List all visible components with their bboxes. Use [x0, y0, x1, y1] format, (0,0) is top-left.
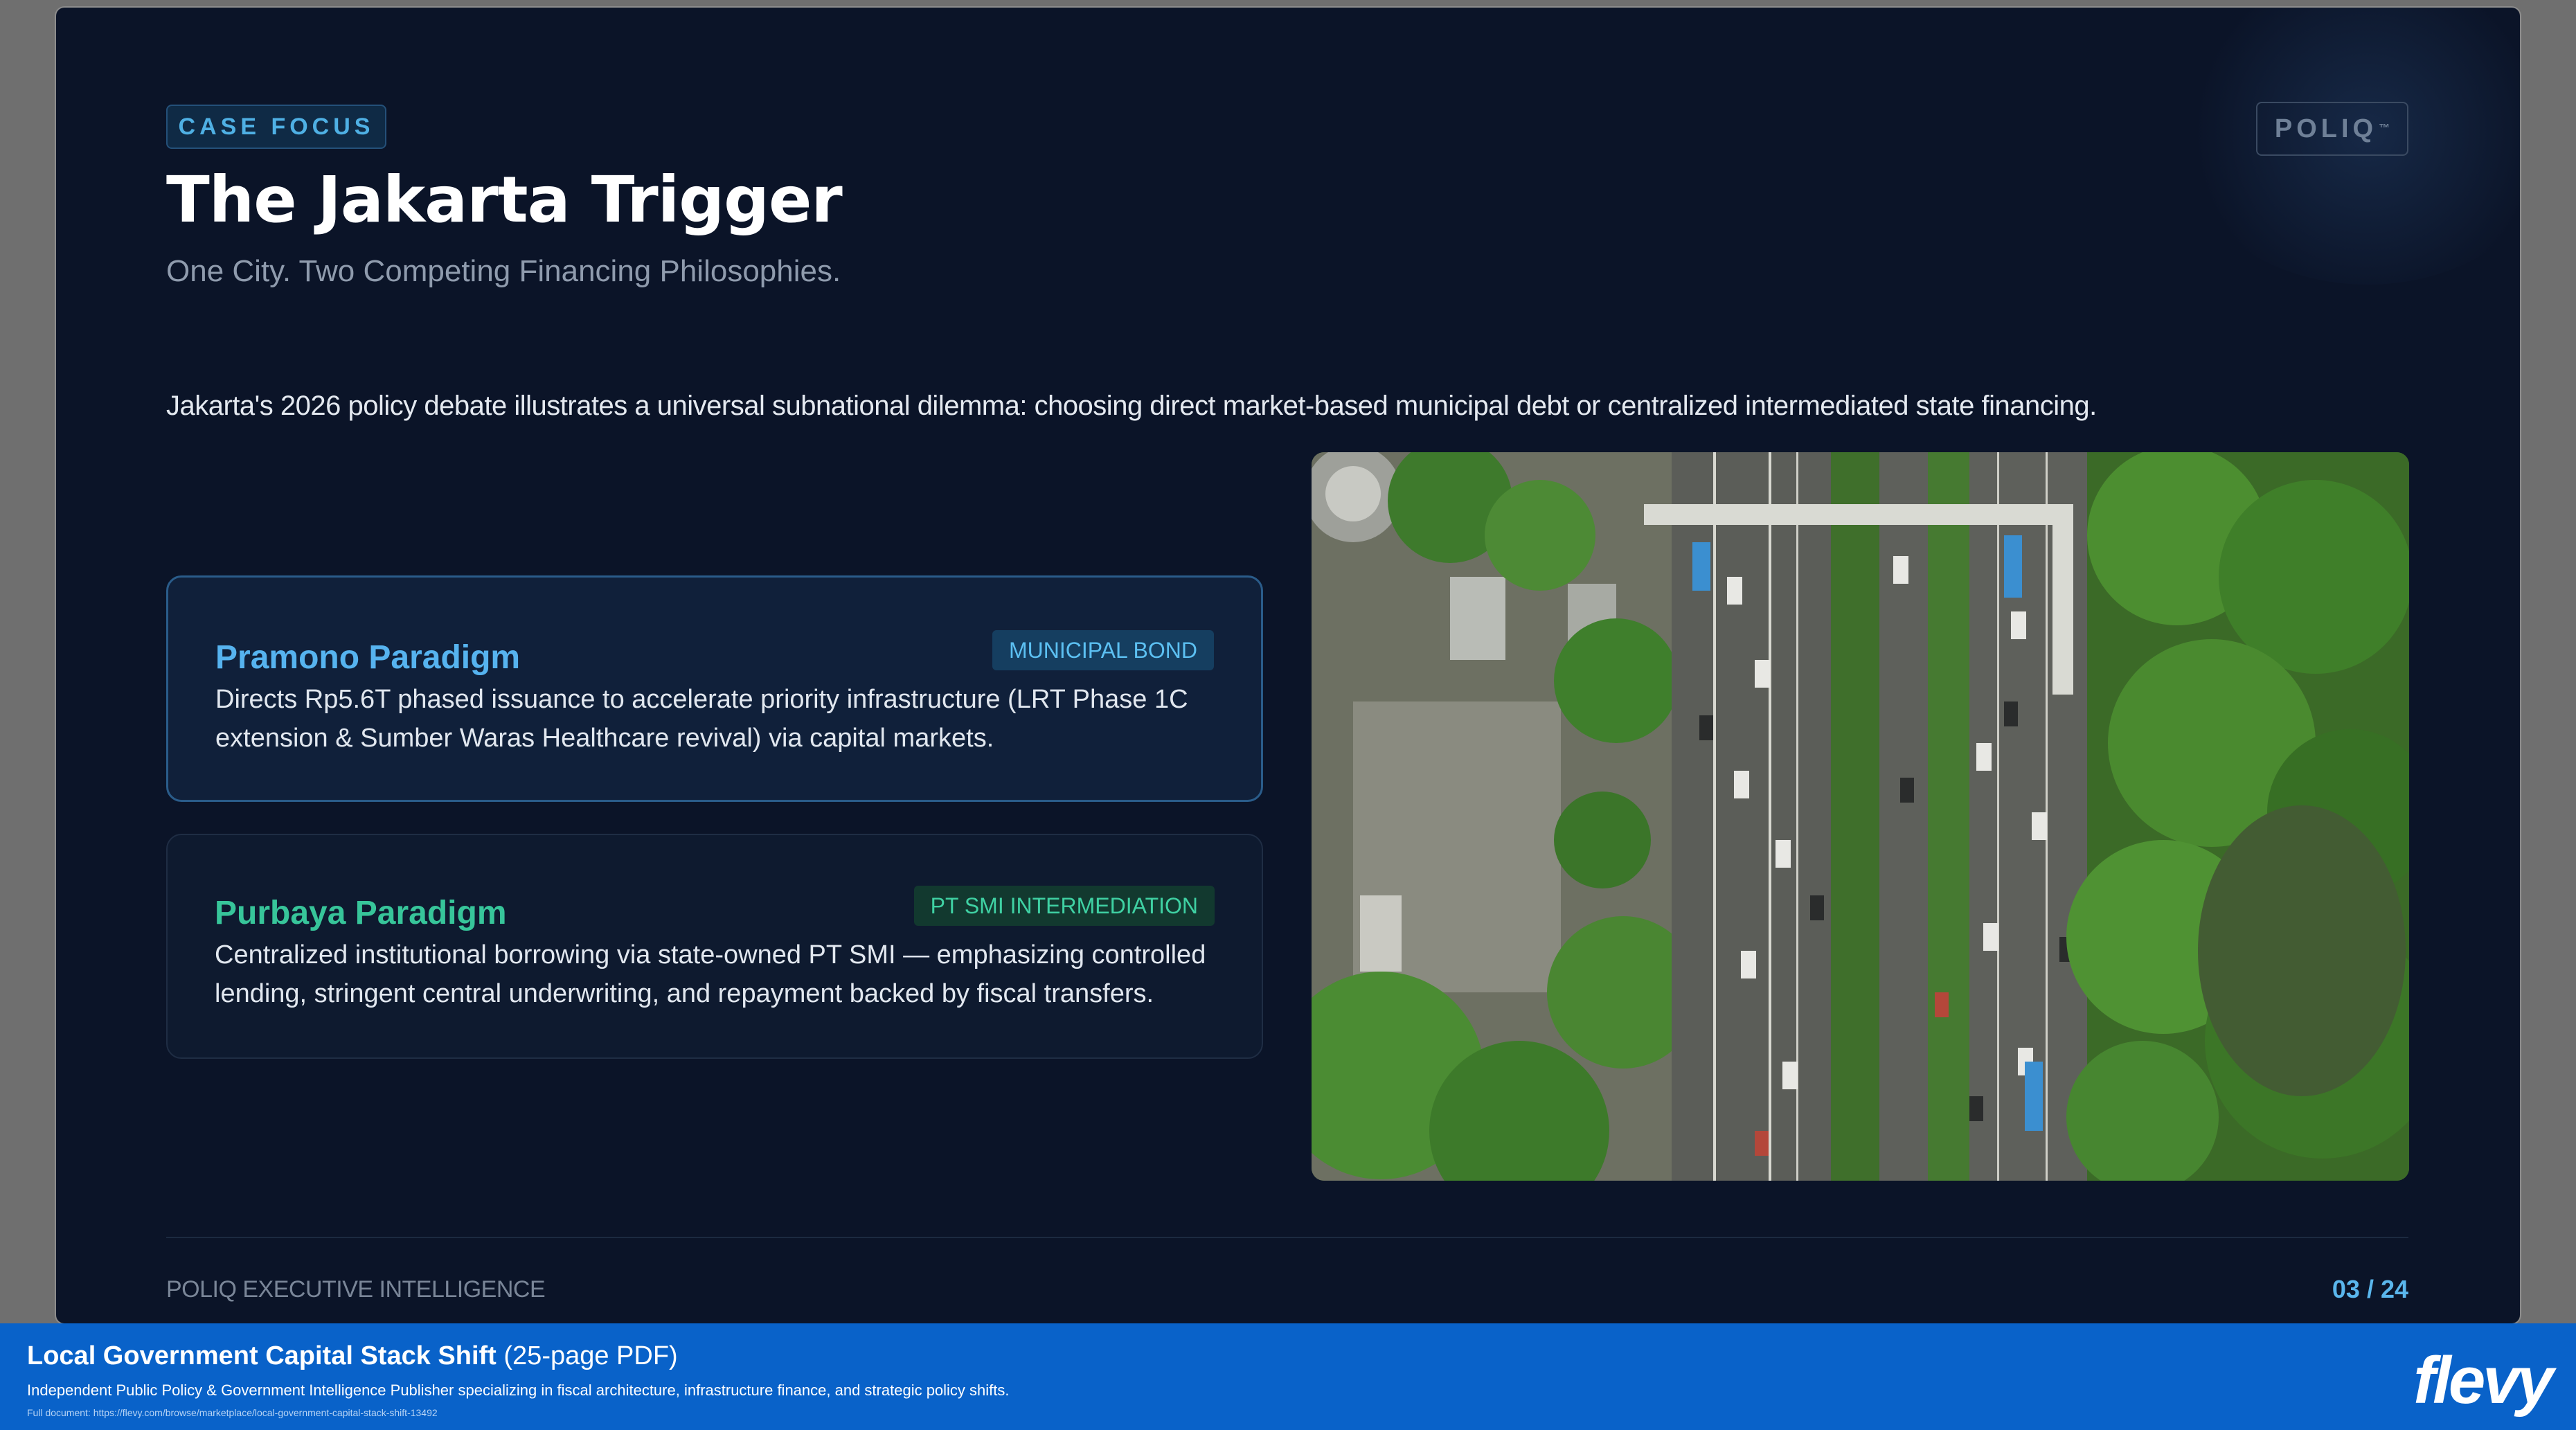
- page-subtitle: One City. Two Competing Financing Philos…: [166, 254, 841, 288]
- trademark-mark: ™: [2379, 123, 2390, 134]
- aerial-highway-photo: [1312, 452, 2409, 1181]
- poliq-logo: POLIQ ™: [2256, 102, 2408, 156]
- slide: CASE FOCUS POLIQ ™ The Jakarta Trigger On…: [56, 8, 2520, 1323]
- page-title: The Jakarta Trigger: [166, 163, 843, 237]
- footer-divider: [166, 1237, 2408, 1238]
- aerial-highway-illustration: [1312, 452, 2409, 1181]
- page-number: 03 / 24: [2332, 1275, 2408, 1303]
- intro-text: Jakarta's 2026 policy debate illustrates…: [166, 391, 2097, 421]
- document-link[interactable]: Full document: https://flevy.com/browse/…: [27, 1407, 438, 1418]
- card-description: Centralized institutional borrowing via …: [215, 940, 1206, 1008]
- pramono-paradigm-card: Pramono Paradigm MUNICIPAL BOND Directs …: [166, 575, 1263, 802]
- pt-smi-badge: PT SMI INTERMEDIATION: [913, 886, 1215, 926]
- document-banner: Local Government Capital Stack Shift (25…: [0, 1323, 2576, 1430]
- document-name: Local Government Capital Stack Shift: [27, 1341, 497, 1370]
- flevy-logo[interactable]: flevy: [2413, 1343, 2554, 1419]
- footer-publisher: POLIQ EXECUTIVE INTELLIGENCE: [166, 1276, 546, 1303]
- publisher-description: Independent Public Policy & Government I…: [27, 1382, 1010, 1399]
- card-title: Purbaya Paradigm: [215, 895, 507, 931]
- card-description: Directs Rp5.6T phased issuance to accele…: [215, 685, 1188, 753]
- municipal-bond-badge: MUNICIPAL BOND: [992, 630, 1214, 670]
- brand-name: POLIQ: [2274, 114, 2378, 143]
- purbaya-paradigm-card: Purbaya Paradigm PT SMI INTERMEDIATION C…: [166, 834, 1263, 1059]
- document-title[interactable]: Local Government Capital Stack Shift (25…: [27, 1341, 678, 1371]
- card-title: Pramono Paradigm: [215, 639, 521, 676]
- case-focus-tag: CASE FOCUS: [166, 105, 386, 149]
- document-page-count: (25-page PDF): [503, 1341, 678, 1370]
